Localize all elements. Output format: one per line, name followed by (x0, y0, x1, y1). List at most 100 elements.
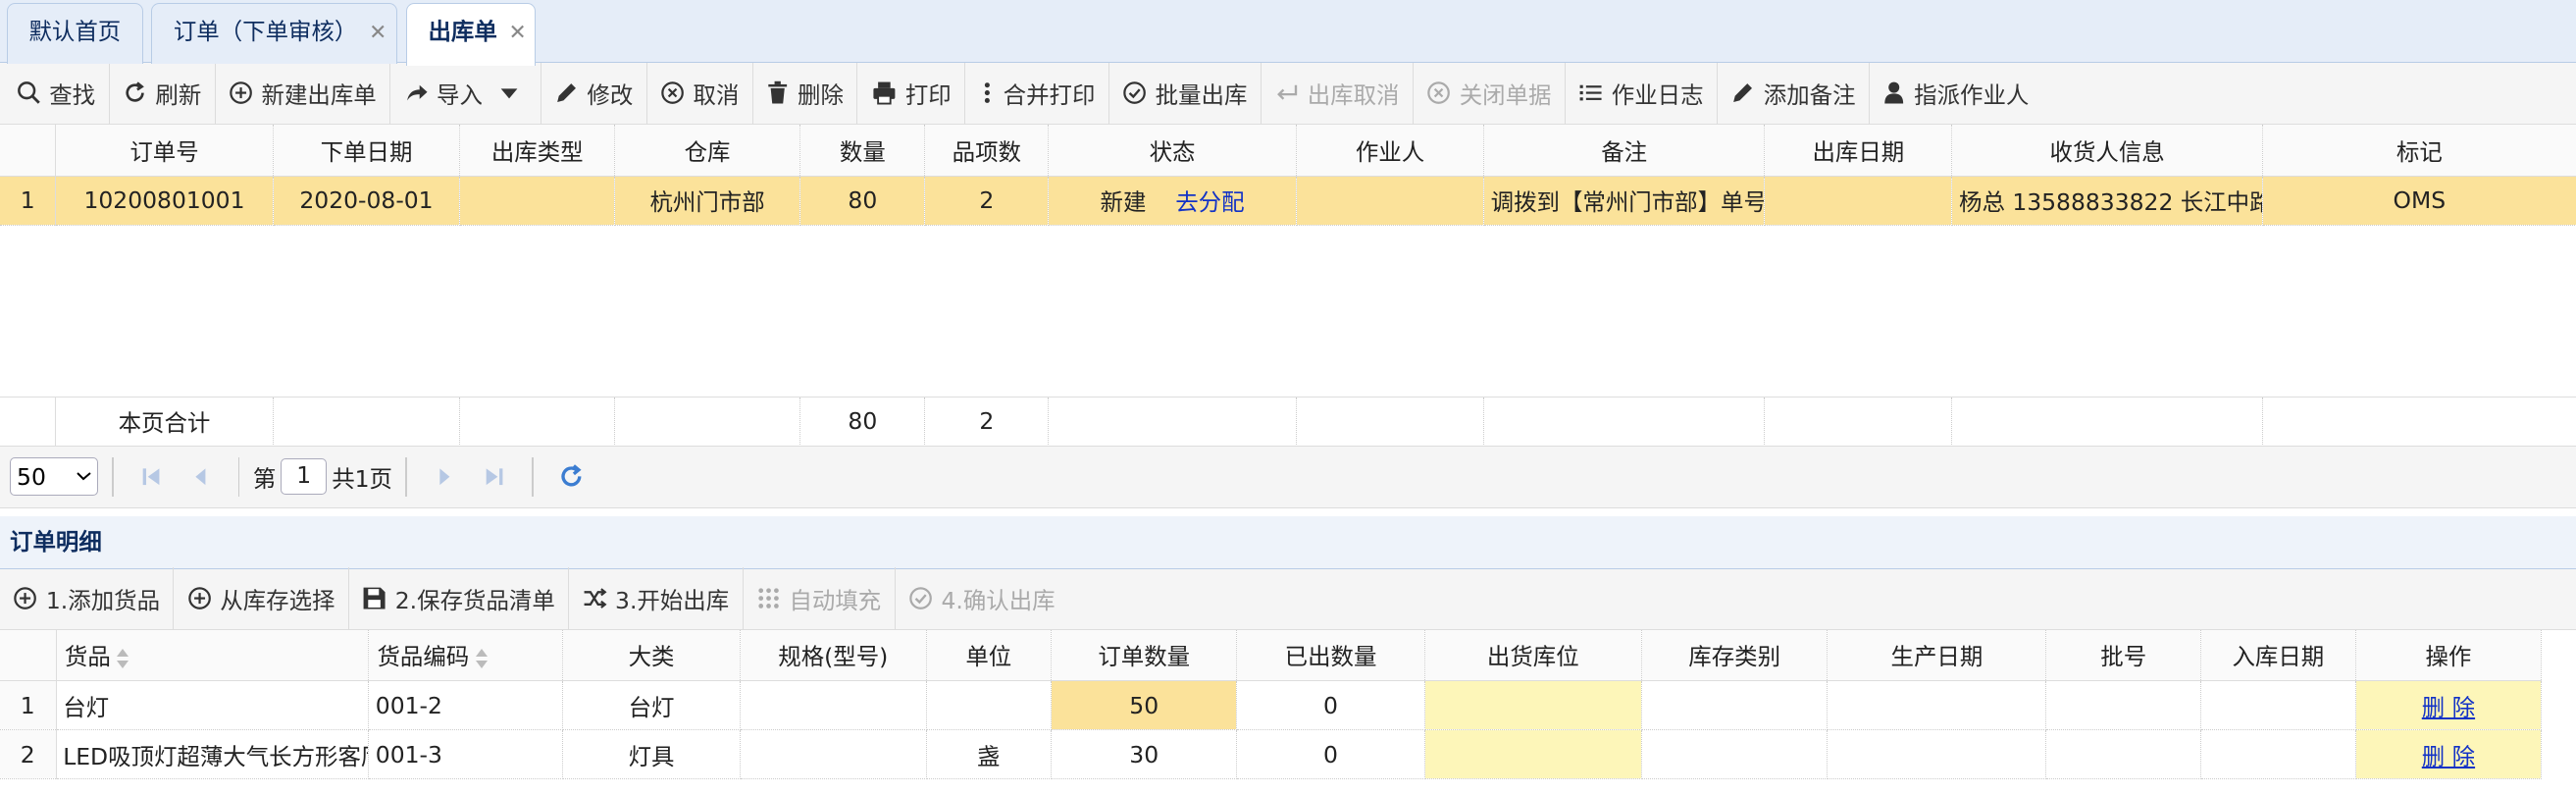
item-count-cell[interactable]: 2 (924, 176, 1050, 226)
code-cell[interactable]: 001-3 (368, 729, 563, 780)
goods-cell[interactable]: LED吸顶灯超薄大气长方形客厅 (56, 729, 370, 780)
close-icon[interactable]: ✕ (509, 6, 527, 62)
add-note-button[interactable]: 添加备注 (1718, 62, 1870, 125)
note-cell[interactable]: 调拨到【常州门市部】单号 (1483, 176, 1766, 226)
column-header-code[interactable]: 货品编码 (368, 629, 563, 681)
work-log-button[interactable]: 作业日志 (1566, 62, 1718, 125)
page-size-select[interactable]: 50 (10, 457, 99, 496)
close-icon[interactable]: ✕ (369, 6, 386, 62)
order-qty-cell[interactable]: 50 (1051, 680, 1238, 731)
table-row[interactable]: 1 10200801001 2020-08-01 杭州门市部 80 2 新建 去… (0, 176, 2576, 226)
unit-cell[interactable]: 盏 (926, 729, 1052, 780)
batch-cell[interactable] (2045, 729, 2202, 780)
first-page-button[interactable] (133, 458, 170, 495)
spec-cell[interactable] (740, 680, 927, 731)
column-header[interactable]: 数量 (799, 125, 926, 177)
column-header[interactable]: 订单数量 (1051, 629, 1238, 681)
receiver-cell[interactable]: 杨总 13588833822 长江中路1 (1951, 176, 2263, 226)
warehouse-cell[interactable]: 杭州门市部 (614, 176, 801, 226)
column-header[interactable]: 大类 (562, 629, 742, 681)
shipped-qty-cell[interactable]: 0 (1236, 680, 1425, 731)
column-header[interactable]: 单位 (926, 629, 1052, 681)
quantity-cell[interactable]: 80 (799, 176, 926, 226)
shipped-qty-cell[interactable]: 0 (1236, 729, 1425, 780)
delete-link[interactable]: 删 除 (2422, 694, 2475, 721)
assign-link[interactable]: 去分配 (1175, 188, 1244, 216)
sort-icon[interactable] (117, 648, 129, 668)
confirm-outbound-button[interactable]: 4.确认出库 (896, 567, 1068, 630)
edit-button[interactable]: 修改 (541, 62, 647, 125)
column-header[interactable]: 已出数量 (1236, 629, 1425, 681)
mark-cell[interactable]: OMS (2262, 176, 2576, 226)
location-cell[interactable] (1424, 729, 1642, 780)
goods-cell[interactable]: 台灯 (56, 680, 370, 731)
unit-cell[interactable] (926, 680, 1052, 731)
select-from-stock-button[interactable]: 从库存选择 (174, 567, 349, 630)
outbound-date-cell[interactable] (1764, 176, 1953, 226)
column-header[interactable]: 生产日期 (1827, 629, 2047, 681)
tab-outbound[interactable]: 出库单 ✕ (405, 3, 537, 66)
status-cell[interactable]: 新建 去分配 (1048, 176, 1298, 226)
tab-home[interactable]: 默认首页 (6, 3, 143, 65)
in-date-cell[interactable] (2200, 729, 2356, 780)
column-header[interactable]: 收货人信息 (1951, 125, 2263, 177)
column-header[interactable]: 出货库位 (1424, 629, 1642, 681)
batch-cell[interactable] (2045, 680, 2202, 731)
last-page-button[interactable] (476, 458, 512, 495)
refresh-button[interactable]: 刷新 (110, 62, 216, 125)
table-row[interactable]: 2 LED吸顶灯超薄大气长方形客厅 001-3 灯具 盏 30 0 删 除 (0, 729, 2543, 780)
reload-button[interactable] (553, 458, 590, 495)
delete-link[interactable]: 删 除 (2422, 743, 2475, 770)
column-header[interactable]: 状态 (1048, 125, 1298, 177)
order-qty-cell[interactable]: 30 (1051, 729, 1238, 780)
category-cell[interactable]: 台灯 (562, 680, 742, 731)
stock-type-cell[interactable] (1641, 729, 1829, 780)
search-button[interactable]: 查找 (3, 62, 110, 125)
cancel-outbound-button[interactable]: 出库取消 (1262, 62, 1414, 125)
table-row[interactable]: 1 台灯 001-2 台灯 50 0 删 除 (0, 680, 2543, 731)
sort-icon[interactable] (475, 648, 489, 668)
column-header[interactable]: 仓库 (614, 125, 801, 177)
location-cell[interactable] (1424, 680, 1642, 731)
new-outbound-button[interactable]: 新建出库单 (216, 62, 391, 125)
column-header[interactable]: 出库类型 (459, 125, 615, 177)
batch-outbound-button[interactable]: 批量出库 (1109, 62, 1262, 125)
column-header[interactable]: 规格(型号) (740, 629, 927, 681)
save-list-button[interactable]: 2.保存货品清单 (349, 567, 570, 630)
start-outbound-button[interactable]: 3.开始出库 (569, 567, 744, 630)
auto-fill-button[interactable]: 自动填充 (744, 567, 896, 630)
print-button[interactable]: 打印 (857, 62, 966, 125)
prod-date-cell[interactable] (1827, 680, 2047, 731)
outbound-type-cell[interactable] (459, 176, 615, 226)
caret-down-icon[interactable] (499, 85, 519, 102)
spec-cell[interactable] (740, 729, 927, 780)
category-cell[interactable]: 灯具 (562, 729, 742, 780)
worker-cell[interactable] (1296, 176, 1484, 226)
column-header[interactable]: 标记 (2262, 125, 2576, 177)
column-header[interactable]: 下单日期 (273, 125, 461, 177)
page-number-input[interactable]: 1 (281, 458, 328, 496)
column-header[interactable]: 操作 (2355, 629, 2543, 681)
order-date-cell[interactable]: 2020-08-01 (273, 176, 461, 226)
code-cell[interactable]: 001-2 (368, 680, 563, 731)
prod-date-cell[interactable] (1827, 729, 2047, 780)
column-header[interactable]: 库存类别 (1641, 629, 1829, 681)
cancel-button[interactable]: 取消 (647, 62, 753, 125)
merge-print-button[interactable]: 合并打印 (965, 62, 1109, 125)
column-header[interactable]: 订单号 (55, 125, 274, 177)
import-button[interactable]: 导入 (390, 62, 541, 125)
delete-button[interactable]: 删除 (753, 62, 858, 125)
prev-page-button[interactable] (182, 458, 219, 495)
column-header[interactable]: 品项数 (924, 125, 1050, 177)
order-no-cell[interactable]: 10200801001 (55, 176, 274, 226)
column-header[interactable]: 入库日期 (2200, 629, 2356, 681)
tab-order-review[interactable]: 订单（下单审核） ✕ (151, 3, 398, 65)
column-header-goods[interactable]: 货品 (56, 629, 370, 681)
next-page-button[interactable] (427, 458, 463, 495)
assign-worker-button[interactable]: 指派作业人 (1870, 62, 2042, 125)
add-goods-button[interactable]: 1.添加货品 (0, 567, 175, 630)
stock-type-cell[interactable] (1641, 680, 1829, 731)
column-header[interactable]: 作业人 (1296, 125, 1484, 177)
column-header[interactable]: 备注 (1483, 125, 1766, 177)
in-date-cell[interactable] (2200, 680, 2356, 731)
